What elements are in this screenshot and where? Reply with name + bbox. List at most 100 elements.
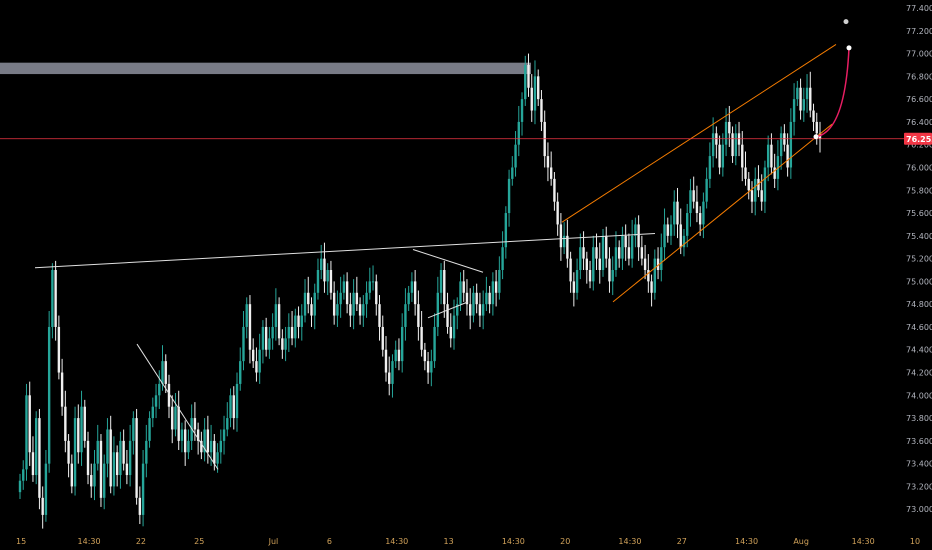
candle-body xyxy=(22,469,25,481)
candle-body xyxy=(281,338,284,350)
candle-body xyxy=(695,201,699,214)
candle-body xyxy=(51,270,54,327)
candle-body xyxy=(617,247,621,259)
candle-body xyxy=(216,452,219,464)
y-tick-label: 75.000 xyxy=(906,277,932,286)
candle-body xyxy=(582,247,585,259)
candle-body xyxy=(498,270,501,293)
candle-body xyxy=(161,361,164,384)
candle-body xyxy=(514,144,517,168)
candle-body xyxy=(501,247,504,270)
projection-start-marker[interactable] xyxy=(813,134,819,140)
candle-body xyxy=(446,304,449,327)
candle-body xyxy=(754,178,757,202)
candle-body xyxy=(349,304,352,316)
projection-info-marker[interactable] xyxy=(843,19,849,25)
candle-body xyxy=(326,270,329,282)
x-tick-label: Aug xyxy=(793,537,809,546)
y-tick-label: 74.400 xyxy=(906,346,932,355)
candle-body xyxy=(592,247,595,282)
candle-body xyxy=(760,190,763,202)
candle-body xyxy=(96,440,99,464)
candle-body xyxy=(47,326,51,464)
candle-body xyxy=(264,326,268,350)
candle-body xyxy=(226,418,229,430)
candle-body xyxy=(93,463,96,487)
candle-body xyxy=(766,144,770,168)
candle-body xyxy=(475,292,478,305)
wedge-upper-line[interactable] xyxy=(412,249,484,273)
candle-body xyxy=(530,87,533,111)
candle-body xyxy=(397,349,401,362)
projection-curve[interactable] xyxy=(815,47,850,138)
candle-body xyxy=(248,304,252,350)
candle-body xyxy=(469,304,472,316)
candle-body xyxy=(164,361,167,384)
candle-body xyxy=(381,326,384,350)
price-chart[interactable]: 73.000 73.200 73.400 73.600 73.800 74.000 74.2… xyxy=(0,0,932,550)
candle-body xyxy=(420,326,423,350)
candle-body xyxy=(307,292,310,305)
candle-body xyxy=(660,247,663,270)
candle-body xyxy=(60,372,64,407)
candle-body xyxy=(38,418,41,498)
candle-body xyxy=(549,167,553,179)
channel-upper-line[interactable] xyxy=(561,44,837,223)
candle-body xyxy=(310,304,313,316)
candle-body xyxy=(686,213,689,236)
candle-body xyxy=(106,429,109,464)
candle-body xyxy=(154,395,158,407)
candle-body xyxy=(67,440,70,464)
x-tick-label: 27 xyxy=(677,537,687,546)
candle-body xyxy=(553,178,556,202)
candle-body xyxy=(258,349,261,373)
candle-body xyxy=(141,463,145,515)
candle-body xyxy=(763,167,767,202)
candle-body xyxy=(73,418,77,487)
candle-body xyxy=(698,213,702,225)
candle-body xyxy=(588,270,592,282)
candle-body xyxy=(158,383,161,396)
candle-body xyxy=(355,292,359,305)
candle-body xyxy=(585,258,589,270)
candle-body xyxy=(297,315,300,327)
candle-body xyxy=(491,281,495,305)
candle-body xyxy=(365,292,368,305)
candle-body xyxy=(705,178,708,202)
candle-body xyxy=(462,281,465,293)
candle-body xyxy=(329,270,333,293)
candle-body xyxy=(540,99,543,122)
candle-body xyxy=(494,281,498,293)
candle-body xyxy=(744,167,747,179)
candle-body xyxy=(472,292,475,316)
candle-body xyxy=(64,406,67,441)
candle-body xyxy=(676,201,679,225)
candle-body xyxy=(294,315,297,339)
neckline-trendline[interactable] xyxy=(34,233,656,269)
candle-body xyxy=(702,201,705,225)
current-price-label: 76.252 xyxy=(906,135,932,144)
candle-body xyxy=(436,292,440,327)
candle-body xyxy=(132,418,135,441)
candle-body xyxy=(18,480,22,493)
x-tick-label: 13 xyxy=(444,537,454,546)
candle-body xyxy=(300,315,303,327)
candle-body xyxy=(779,133,783,157)
candle-body xyxy=(511,167,514,179)
candle-body xyxy=(391,361,394,384)
projection-end-marker[interactable] xyxy=(846,45,852,51)
candle-body xyxy=(339,292,342,305)
candle-body xyxy=(537,76,540,100)
candle-body xyxy=(439,270,443,293)
candle-body xyxy=(232,395,235,419)
candle-body xyxy=(566,235,569,259)
candle-body xyxy=(229,395,232,419)
candle-body xyxy=(708,156,712,179)
candle-body xyxy=(430,361,433,373)
candle-body xyxy=(556,201,559,225)
candle-body xyxy=(394,349,397,362)
y-tick-label: 74.000 xyxy=(906,391,932,400)
candle-body xyxy=(261,326,265,350)
descending-trendline[interactable] xyxy=(136,343,219,470)
resistance-zone[interactable] xyxy=(0,62,531,75)
